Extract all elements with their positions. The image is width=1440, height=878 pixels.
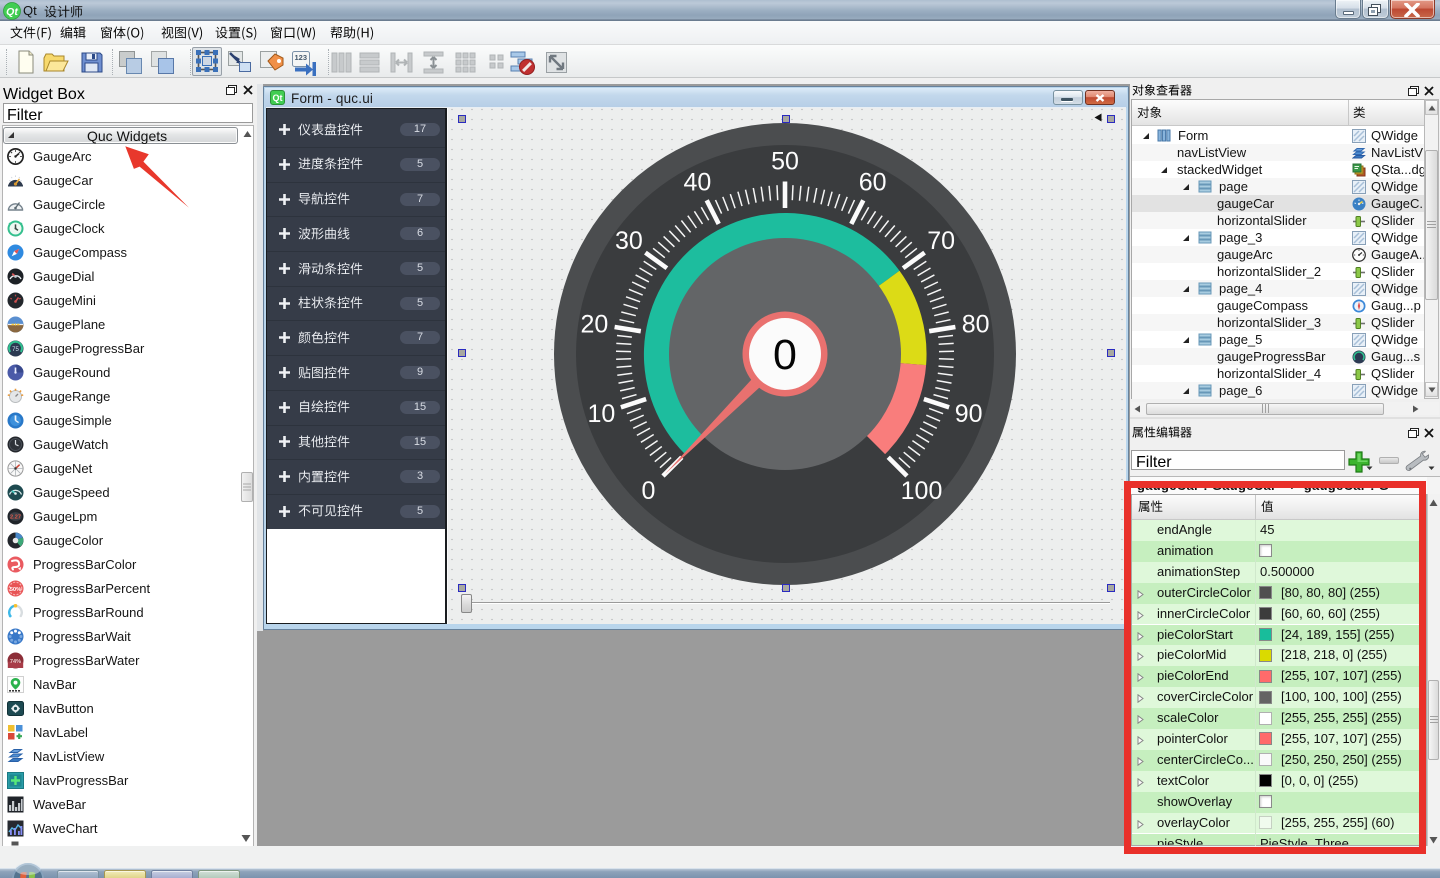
- svg-text:123: 123: [295, 53, 308, 62]
- svg-text:0: 0: [642, 477, 656, 505]
- svg-text:2.27: 2.27: [10, 515, 21, 521]
- svg-text:20: 20: [580, 310, 608, 338]
- svg-text:40: 40: [683, 169, 711, 197]
- svg-text:10: 10: [587, 400, 615, 428]
- svg-text:90: 90: [955, 400, 983, 428]
- svg-text:50: 50: [771, 148, 799, 176]
- svg-text:80: 80: [962, 310, 990, 338]
- svg-text:70: 70: [927, 227, 955, 255]
- svg-text:50%: 50%: [10, 587, 22, 593]
- svg-text:0: 0: [773, 331, 797, 379]
- svg-text:100: 100: [901, 477, 943, 505]
- svg-text:60: 60: [859, 169, 887, 197]
- svg-text:75: 75: [12, 347, 19, 353]
- svg-text:Qt: Qt: [6, 6, 18, 18]
- svg-text:Qt: Qt: [273, 93, 283, 103]
- svg-text:74%: 74%: [10, 659, 21, 665]
- svg-text:30: 30: [615, 227, 643, 255]
